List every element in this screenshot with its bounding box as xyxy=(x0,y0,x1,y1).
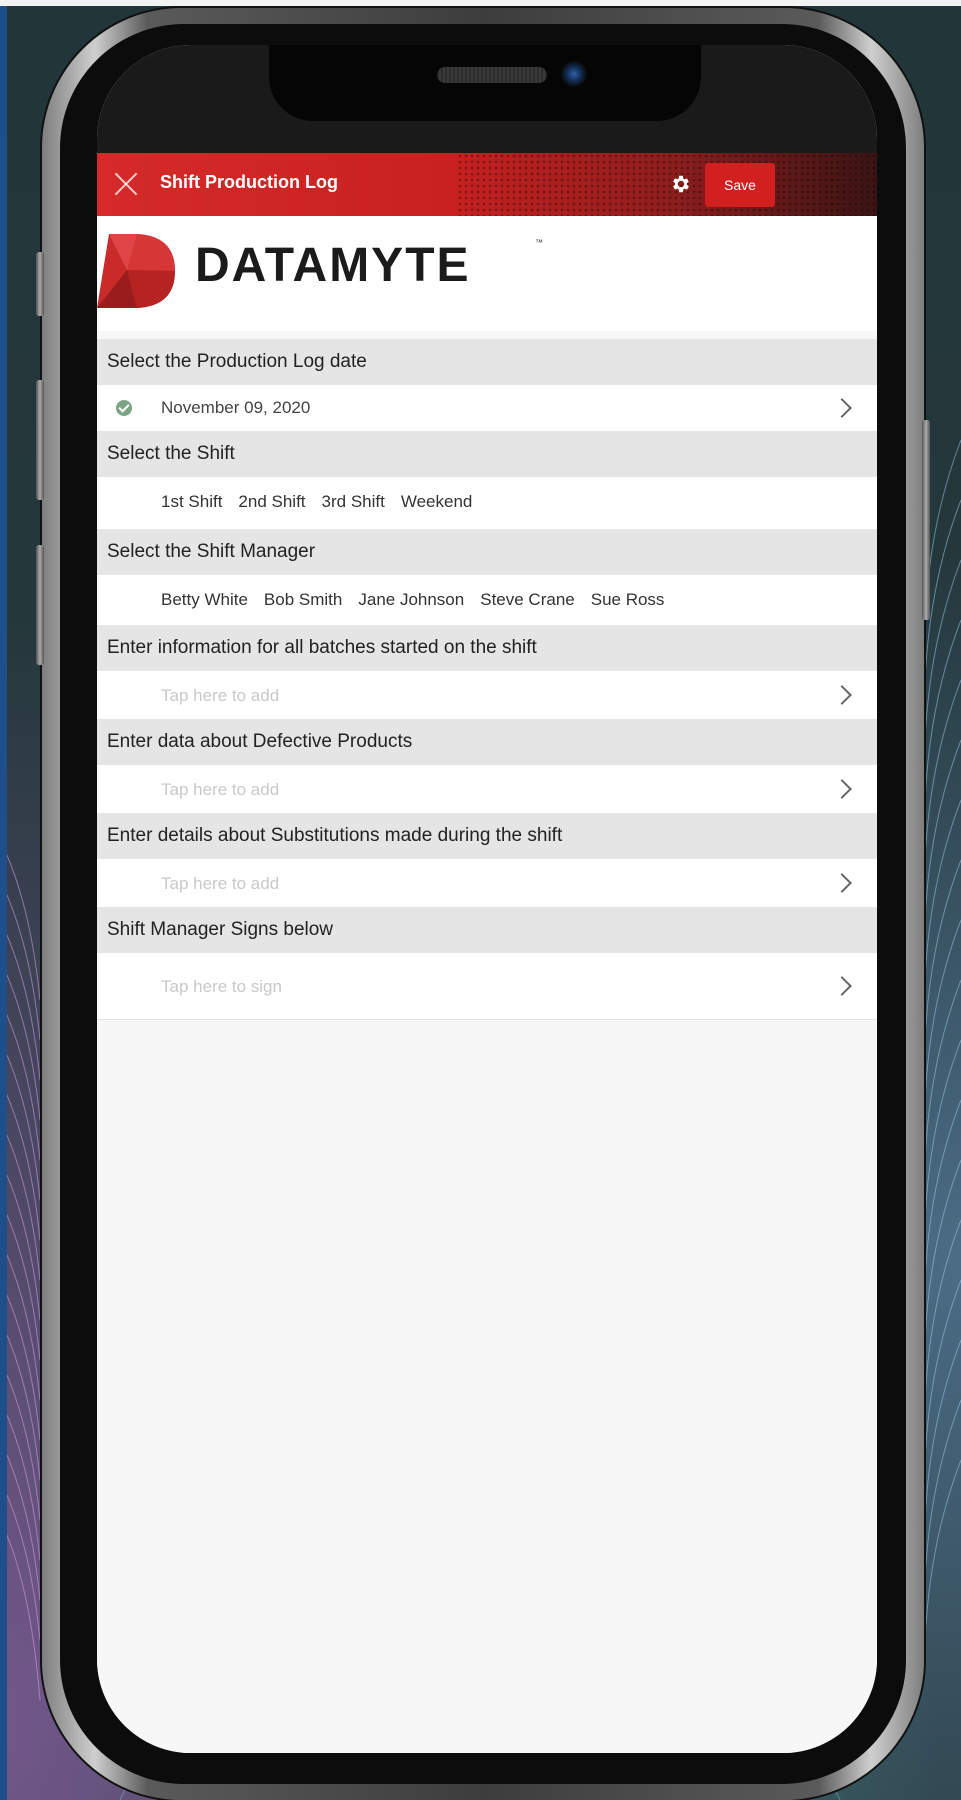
manager-option-jane-johnson[interactable]: Jane Johnson xyxy=(358,590,464,610)
header-pattern xyxy=(457,153,877,216)
brand-logo-area: DATAMYTE ™ xyxy=(97,216,877,331)
section-header-substitutions: Enter details about Substitutions made d… xyxy=(97,813,877,859)
speaker-grille xyxy=(437,67,547,83)
save-button[interactable]: Save xyxy=(705,163,775,207)
substitutions-add-row[interactable]: Tap here to add xyxy=(97,859,877,907)
section-header-date: Select the Production Log date xyxy=(97,339,877,385)
volume-down-button xyxy=(36,545,44,665)
manager-option-sue-ross[interactable]: Sue Ross xyxy=(591,590,665,610)
manager-options: Betty White Bob Smith Jane Johnson Steve Cr… xyxy=(97,575,877,625)
empty-content-area xyxy=(97,1020,877,1753)
left-edge-strip xyxy=(0,0,7,1800)
top-edge-strip xyxy=(0,0,961,6)
chevron-right-icon xyxy=(832,398,852,418)
status-bar xyxy=(97,45,877,153)
trademark-symbol: ™ xyxy=(535,238,543,247)
app-header: Shift Production Log Save xyxy=(97,153,877,216)
defects-placeholder: Tap here to add xyxy=(161,780,280,799)
section-header-defects: Enter data about Defective Products xyxy=(97,719,877,765)
shift-option-3rd[interactable]: 3rd Shift xyxy=(322,492,385,512)
datamyte-logo-icon xyxy=(97,234,175,308)
date-value: November 09, 2020 xyxy=(161,398,311,417)
chevron-right-icon xyxy=(832,873,852,893)
manager-option-betty-white[interactable]: Betty White xyxy=(161,590,248,610)
defects-add-row[interactable]: Tap here to add xyxy=(97,765,877,813)
signature-row[interactable]: Tap here to sign xyxy=(97,953,877,1019)
batches-placeholder: Tap here to add xyxy=(161,686,280,705)
mute-switch xyxy=(36,252,44,316)
chevron-right-icon xyxy=(832,779,852,799)
front-camera-icon xyxy=(561,61,587,87)
shift-options: 1st Shift 2nd Shift 3rd Shift Weekend xyxy=(97,477,877,529)
shift-option-1st[interactable]: 1st Shift xyxy=(161,492,222,512)
chevron-right-icon xyxy=(832,976,852,996)
date-field[interactable]: November 09, 2020 xyxy=(97,385,877,431)
notch xyxy=(269,45,701,121)
signature-placeholder: Tap here to sign xyxy=(161,977,282,996)
manager-option-bob-smith[interactable]: Bob Smith xyxy=(264,590,342,610)
chevron-right-icon xyxy=(832,685,852,705)
phone-screen: Shift Production Log Save DATAMYTE ™ Sel… xyxy=(97,45,877,1753)
section-header-manager: Select the Shift Manager xyxy=(97,529,877,575)
manager-option-steve-crane[interactable]: Steve Crane xyxy=(480,590,575,610)
page-title: Shift Production Log xyxy=(160,172,338,192)
shift-option-2nd[interactable]: 2nd Shift xyxy=(238,492,305,512)
gear-icon[interactable] xyxy=(670,173,692,195)
power-button xyxy=(922,420,930,620)
section-header-signature: Shift Manager Signs below xyxy=(97,907,877,953)
close-icon[interactable] xyxy=(113,171,139,197)
check-circle-icon xyxy=(116,400,132,416)
shift-option-weekend[interactable]: Weekend xyxy=(401,492,473,512)
substitutions-placeholder: Tap here to add xyxy=(161,874,280,893)
section-header-batches: Enter information for all batches starte… xyxy=(97,625,877,671)
section-header-shift: Select the Shift xyxy=(97,431,877,477)
brand-wordmark: DATAMYTE xyxy=(195,239,471,292)
volume-up-button xyxy=(36,380,44,500)
batches-add-row[interactable]: Tap here to add xyxy=(97,671,877,719)
